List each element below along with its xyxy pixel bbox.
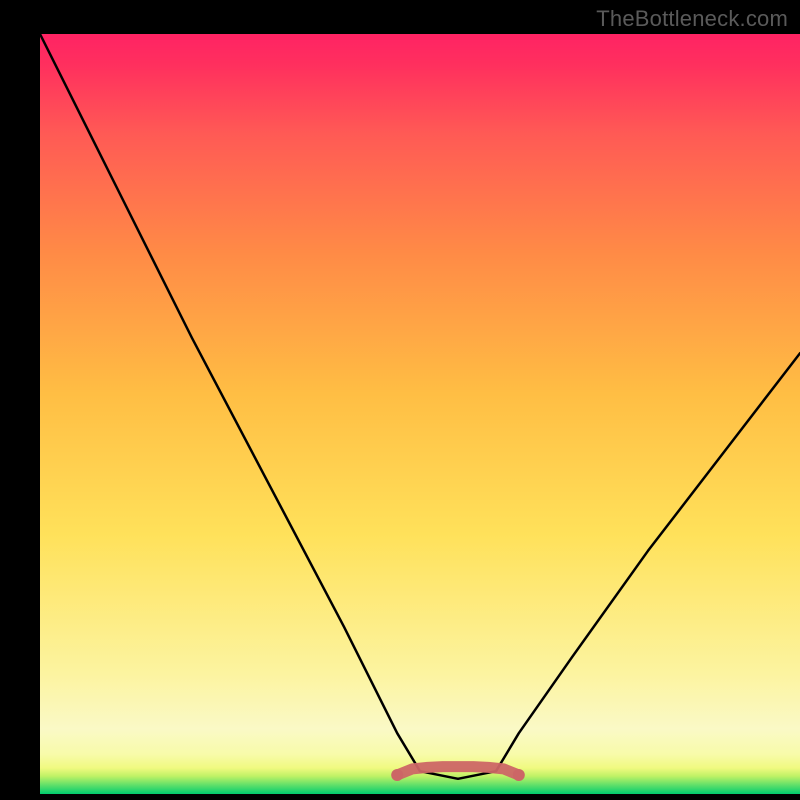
- hump-endpoint: [391, 769, 403, 781]
- curve-overlay: [0, 0, 800, 800]
- hump-endpoint: [513, 769, 525, 781]
- base-hump: [397, 767, 519, 775]
- outer-frame: TheBottleneck.com: [0, 0, 800, 800]
- bottleneck-curve: [40, 34, 800, 779]
- watermark-text: TheBottleneck.com: [596, 6, 788, 32]
